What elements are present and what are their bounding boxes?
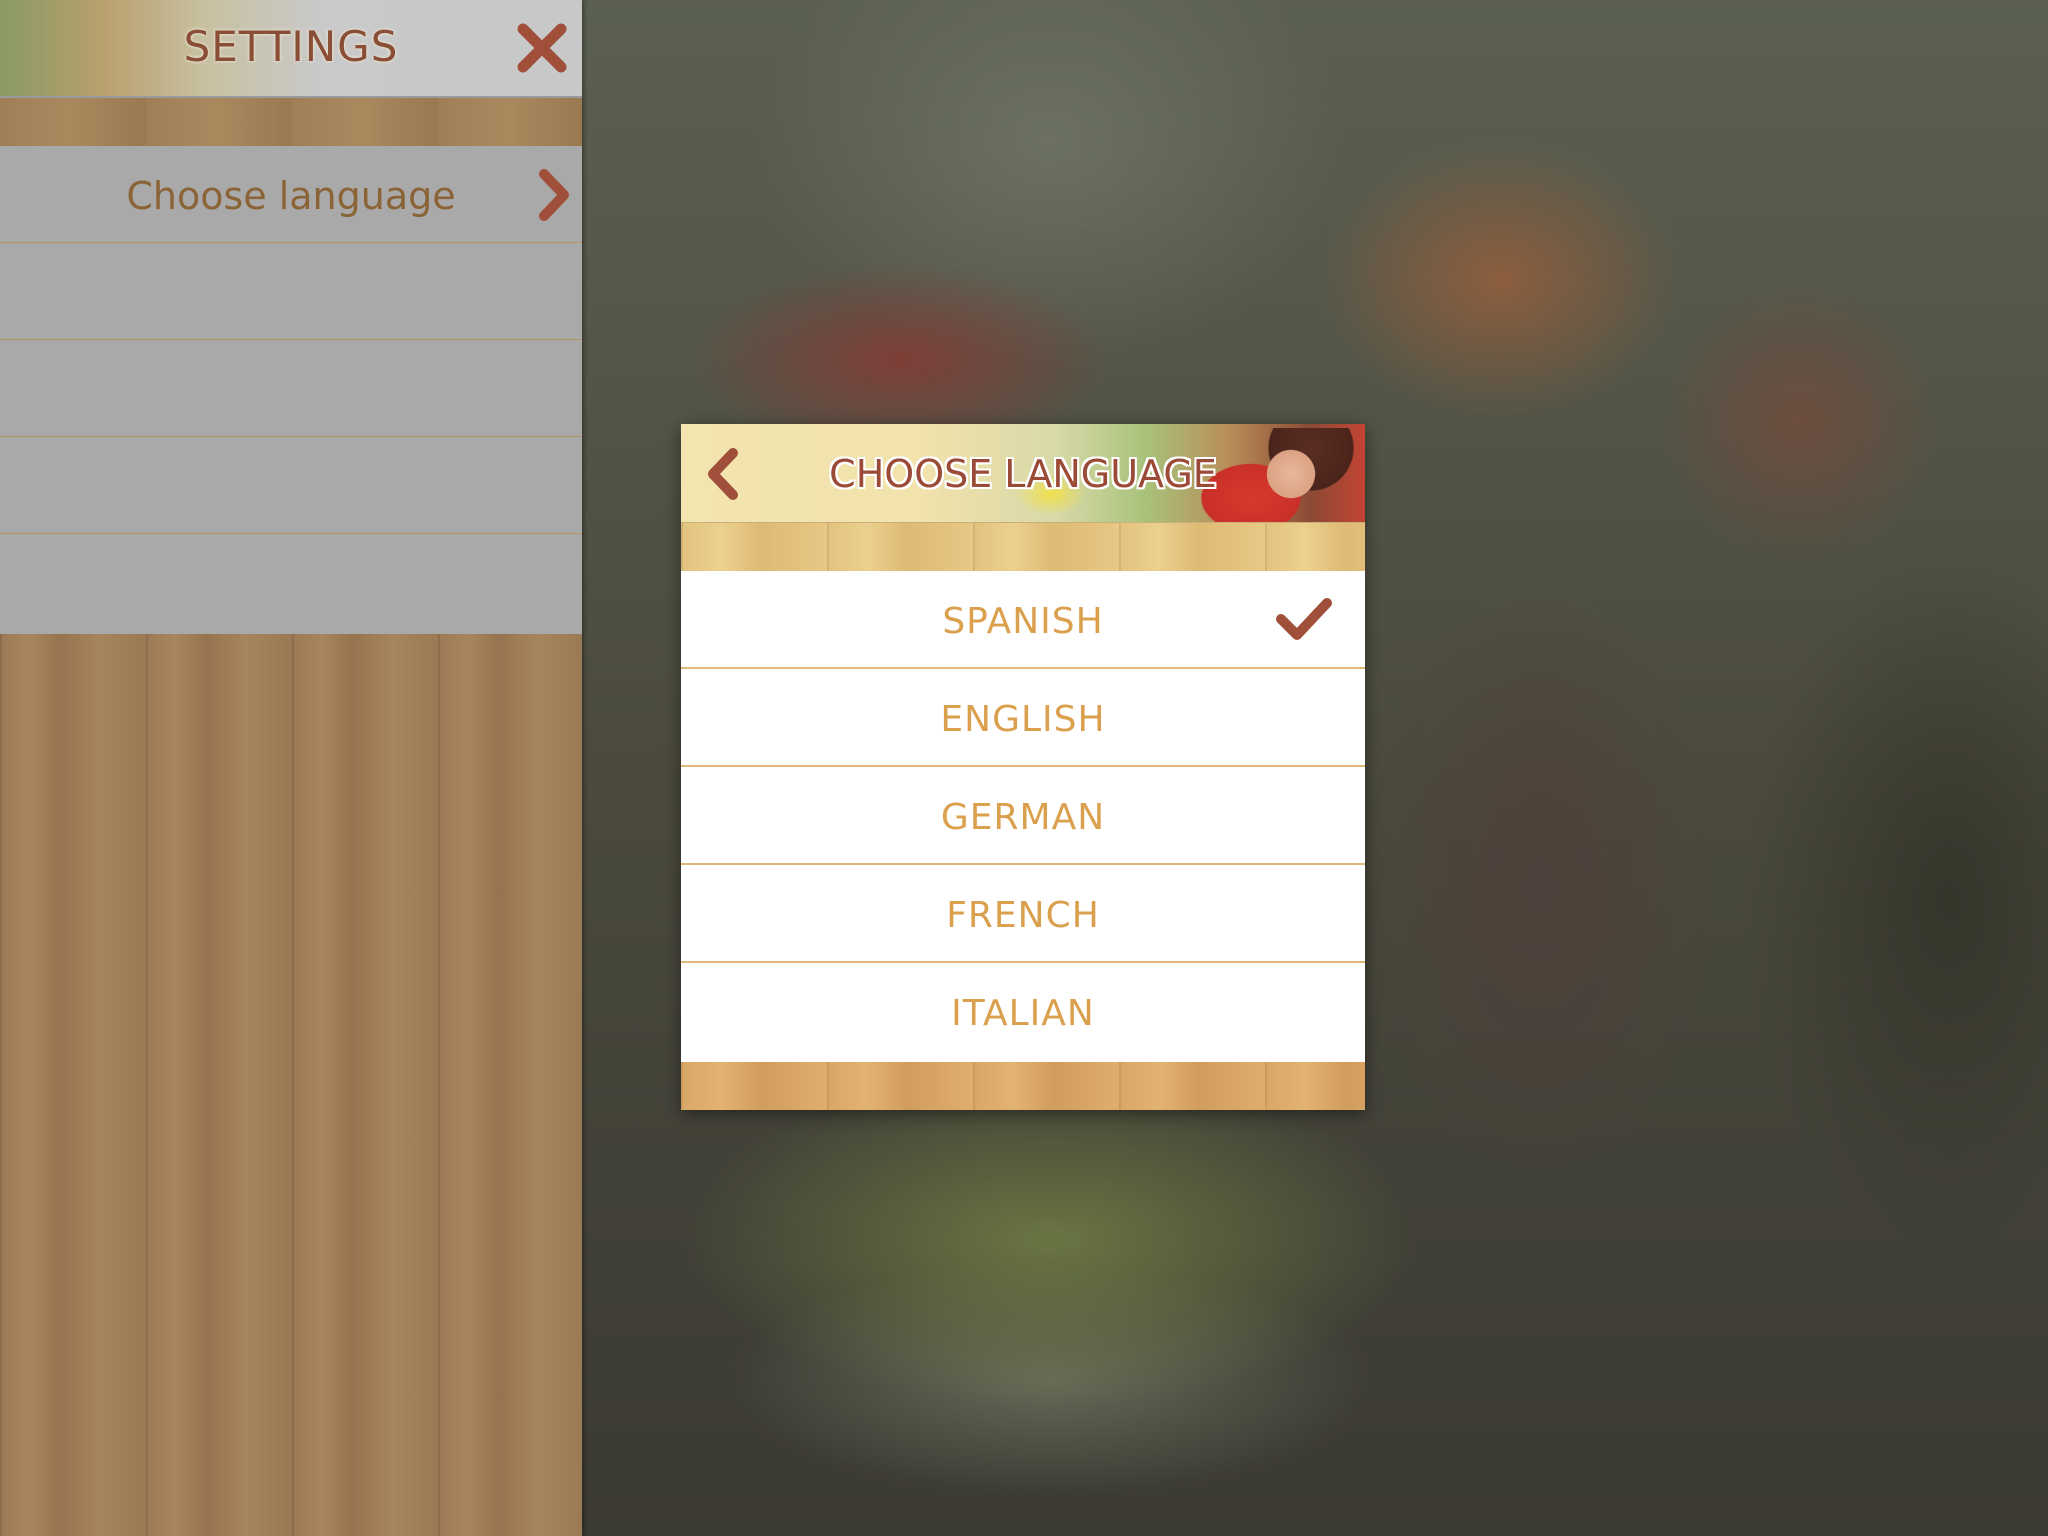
settings-row-choose-language[interactable]: Choose language — [0, 146, 582, 243]
settings-panel: SETTINGS Choose language — [0, 0, 582, 1536]
language-option-italian[interactable]: ITALIAN — [681, 963, 1365, 1061]
settings-row-empty — [0, 243, 582, 340]
settings-row-empty — [0, 340, 582, 437]
settings-list: Choose language — [0, 146, 582, 634]
close-icon — [517, 23, 567, 73]
close-button[interactable] — [512, 18, 572, 78]
language-label: GERMAN — [940, 797, 1106, 838]
language-label: SPANISH — [942, 601, 1104, 642]
settings-header: SETTINGS — [0, 0, 582, 98]
language-label: FRENCH — [946, 895, 1100, 936]
dialog-header: CHOOSE LANGUAGE — [681, 424, 1365, 523]
language-list: SPANISH ENGLISH GERMAN FRENCH ITALIAN — [681, 571, 1365, 1062]
language-label: ITALIAN — [951, 993, 1095, 1034]
dialog-title: CHOOSE LANGUAGE — [829, 452, 1217, 496]
dialog-wood-strip-top — [681, 523, 1365, 571]
settings-row-empty — [0, 534, 582, 631]
settings-title: SETTINGS — [183, 22, 399, 71]
dialog-wood-strip-bottom — [681, 1062, 1365, 1110]
check-icon — [1276, 598, 1332, 640]
language-label: ENGLISH — [940, 699, 1106, 740]
language-option-german[interactable]: GERMAN — [681, 767, 1365, 865]
language-option-spanish[interactable]: SPANISH — [681, 571, 1365, 669]
choose-language-dialog: CHOOSE LANGUAGE SPANISH ENGLISH GERMAN F… — [681, 424, 1365, 1110]
settings-wood-strip — [0, 98, 582, 146]
settings-row-label: Choose language — [126, 174, 456, 218]
language-option-french[interactable]: FRENCH — [681, 865, 1365, 963]
settings-row-empty — [0, 437, 582, 534]
chevron-right-icon — [539, 169, 569, 221]
language-option-english[interactable]: ENGLISH — [681, 669, 1365, 767]
